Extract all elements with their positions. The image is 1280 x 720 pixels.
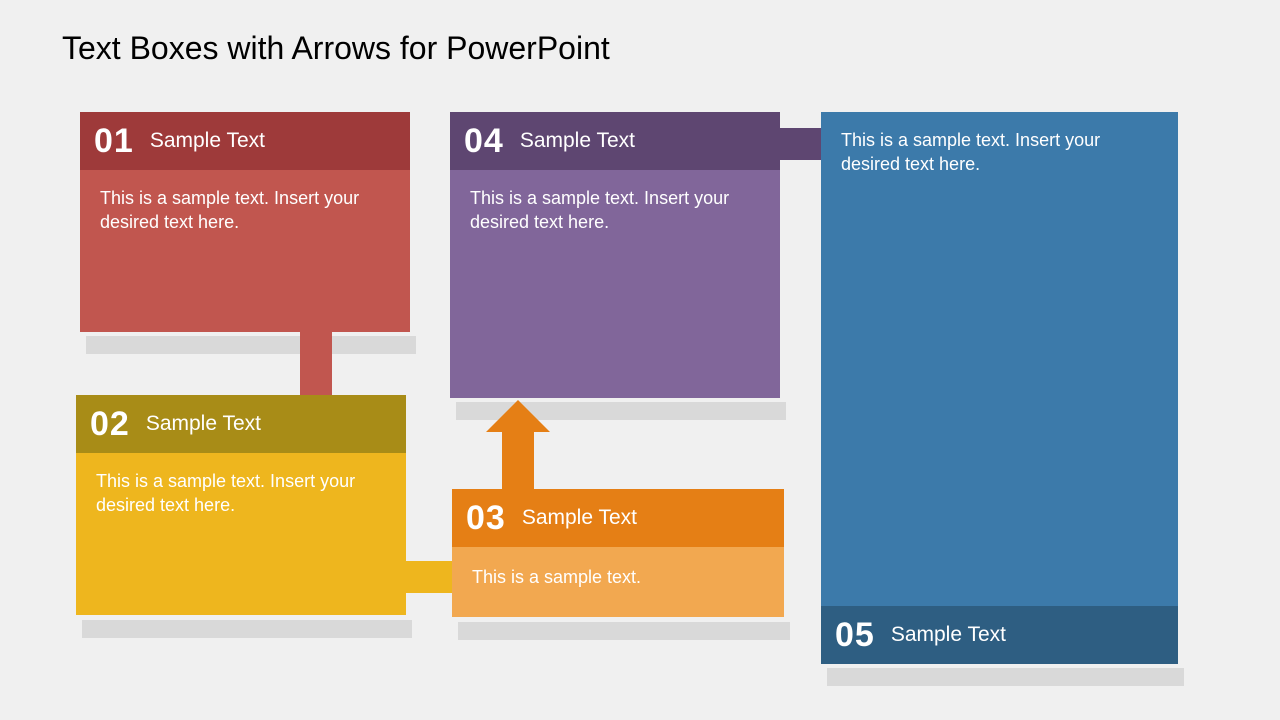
text-box-4-header: 04 Sample Text (450, 112, 780, 170)
box-3-shadow (458, 622, 790, 640)
text-box-4: 04 Sample Text This is a sample text. In… (450, 112, 780, 398)
text-box-3-header: 03 Sample Text (452, 489, 784, 547)
text-box-5-header: 05 Sample Text (821, 606, 1178, 664)
text-box-2-header: 02 Sample Text (76, 395, 406, 453)
text-box-1-body: This is a sample text. Insert your desir… (80, 170, 410, 332)
box-number: 04 (464, 122, 504, 161)
text-box-2-body: This is a sample text. Insert your desir… (76, 453, 406, 615)
text-box-4-body: This is a sample text. Insert your desir… (450, 170, 780, 398)
text-box-5: This is a sample text. Insert your desir… (821, 112, 1178, 664)
box-number: 05 (835, 616, 875, 655)
arrow-up-head-icon (486, 400, 550, 432)
box-number: 01 (94, 122, 134, 161)
text-box-3: 03 Sample Text This is a sample text. (452, 489, 784, 617)
text-box-5-body: This is a sample text. Insert your desir… (821, 112, 1178, 606)
text-box-3-body: This is a sample text. (452, 547, 784, 617)
text-box-1: 01 Sample Text This is a sample text. In… (80, 112, 410, 332)
box-number: 03 (466, 499, 506, 538)
text-box-1-header: 01 Sample Text (80, 112, 410, 170)
box-number: 02 (90, 405, 130, 444)
slide-title: Text Boxes with Arrows for PowerPoint (62, 30, 610, 67)
text-box-2: 02 Sample Text This is a sample text. In… (76, 395, 406, 615)
box-1-shadow (86, 336, 416, 354)
box-5-shadow (827, 668, 1184, 686)
arrow-up-icon (502, 430, 534, 492)
box-title: Sample Text (522, 506, 637, 530)
box-2-shadow (82, 620, 412, 638)
box-title: Sample Text (150, 129, 265, 153)
box-title: Sample Text (520, 129, 635, 153)
box-title: Sample Text (891, 623, 1006, 647)
box-title: Sample Text (146, 412, 261, 436)
